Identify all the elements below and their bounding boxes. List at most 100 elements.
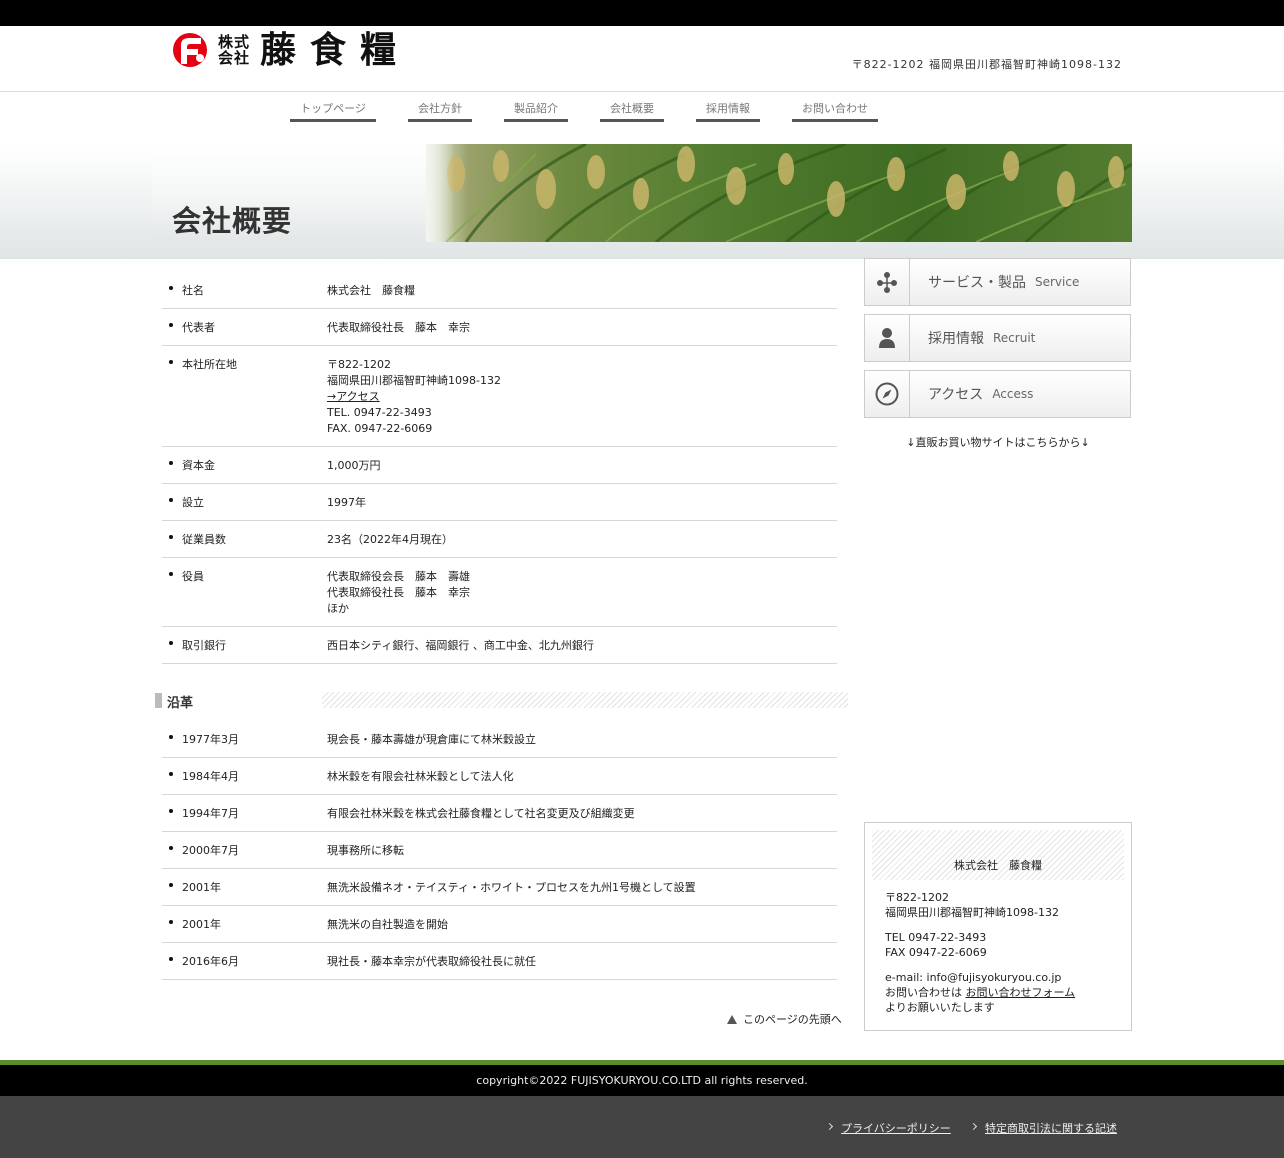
rice-field-photo	[426, 144, 1132, 242]
sidebar-button-label: サービス・製品	[928, 275, 1026, 291]
profile-row-established: 設立 1997年	[162, 484, 837, 521]
profile-key: 従業員数	[162, 532, 327, 548]
info-box-body: 〒822-1202 福岡県田川郡福智町神崎1098-132 TEL 0947-2…	[885, 890, 1075, 1025]
person-icon	[865, 315, 910, 361]
history-heading: 沿革	[155, 690, 848, 711]
site-header: 株式会社 藤食糧 〒822-1202 福岡県田川郡福智町神崎1098-132	[0, 26, 1284, 92]
site-footer: プライバシーポリシー 特定商取引法に関する記述	[0, 1096, 1284, 1158]
profile-value: 代表取締役会長 藤本 壽雄	[327, 570, 470, 583]
profile-value: 1997年	[327, 496, 366, 509]
page-top-link[interactable]: このページの先頭へ	[727, 1011, 842, 1027]
profile-row-name: 社名 株式会社 藤食糧	[162, 272, 837, 309]
info-postal: 〒822-1202	[885, 891, 949, 904]
history-date: 1994年7月	[162, 806, 327, 822]
profile-value: ほか	[327, 602, 349, 615]
history-row: 1977年3月 現会長・藤本壽雄が現倉庫にて林米穀設立	[162, 721, 837, 758]
logo-company-name: 藤食糧	[260, 29, 411, 71]
sidebar-recruit-button[interactable]: 採用情報 Recruit	[864, 314, 1131, 362]
global-nav: トップページ 会社方針 製品紹介 会社概要 採用情報 お問い合わせ	[0, 99, 1284, 123]
profile-fax: FAX. 0947-22-6069	[327, 422, 433, 435]
profile-address: 福岡県田川郡福智町神崎1098-132	[327, 374, 501, 387]
history-date: 2001年	[162, 880, 327, 896]
shop-site-note: ↓直販お買い物サイトはこちらから↓	[906, 436, 1090, 449]
profile-key: 設立	[162, 495, 327, 511]
profile-value: 株式会社 藤食糧	[327, 284, 415, 297]
history-date: 2001年	[162, 917, 327, 933]
history-table: 1977年3月 現会長・藤本壽雄が現倉庫にて林米穀設立 1984年4月 林米穀を…	[162, 721, 837, 980]
profile-key: 代表者	[162, 320, 327, 336]
info-address: 福岡県田川郡福智町神崎1098-132	[885, 906, 1059, 919]
nav-item-products[interactable]: 製品紹介	[504, 99, 568, 122]
nav-item-contact[interactable]: お問い合わせ	[792, 99, 878, 122]
profile-value: 西日本シティ銀行、福岡銀行 、商工中金、北九州銀行	[327, 639, 594, 652]
history-row: 2016年6月 現社長・藤本幸宗が代表取締役社長に就任	[162, 943, 837, 980]
nav-item-policy[interactable]: 会社方針	[408, 99, 472, 122]
history-row: 1994年7月 有限会社林米穀を株式会社藤食糧として社名変更及び組織変更	[162, 795, 837, 832]
profile-key: 資本金	[162, 458, 327, 474]
sidebar-button-label: 採用情報	[928, 331, 984, 347]
top-black-bar	[0, 0, 1284, 26]
profile-tel: TEL. 0947-22-3493	[327, 406, 432, 419]
profile-value: 23名（2022年4月現在）	[327, 533, 453, 546]
history-text: 林米穀を有限会社林米穀として法人化	[327, 770, 514, 783]
sidebar-access-button[interactable]: アクセス Access	[864, 370, 1131, 418]
site-logo[interactable]: 株式会社 藤食糧	[171, 31, 410, 69]
profile-row-representative: 代表者 代表取締役社長 藤本 幸宗	[162, 309, 837, 346]
page-title: 会社概要	[172, 204, 293, 238]
info-box-title: 株式会社 藤食糧	[954, 859, 1042, 872]
rice-field-illustration	[426, 144, 1132, 242]
access-link[interactable]: →アクセス	[327, 390, 380, 403]
profile-row-officers: 役員 代表取締役会長 藤本 壽雄 代表取締役社長 藤本 幸宗 ほか	[162, 558, 837, 627]
info-tel: TEL 0947-22-3493	[885, 931, 987, 944]
profile-row-employees: 従業員数 23名（2022年4月現在）	[162, 521, 837, 558]
history-date: 2000年7月	[162, 843, 327, 859]
profile-postal-code: 〒822-1202	[327, 358, 391, 371]
compass-icon	[865, 371, 910, 417]
info-inquiry-suffix: よりお願いいたします	[885, 1001, 995, 1014]
history-date: 1977年3月	[162, 732, 327, 748]
info-inquiry-prefix: お問い合わせは	[885, 986, 966, 999]
profile-row-banks: 取引銀行 西日本シティ銀行、福岡銀行 、商工中金、北九州銀行	[162, 627, 837, 664]
history-text: 有限会社林米穀を株式会社藤食糧として社名変更及び組織変更	[327, 807, 635, 820]
profile-row-capital: 資本金 1,000万円	[162, 447, 837, 484]
profile-row-headquarters: 本社所在地 〒822-1202 福岡県田川郡福智町神崎1098-132 →アクセ…	[162, 346, 837, 447]
history-text: 現会長・藤本壽雄が現倉庫にて林米穀設立	[327, 733, 536, 746]
commercial-law-link[interactable]: 特定商取引法に関する記述	[971, 1120, 1117, 1136]
history-row: 1984年4月 林米穀を有限会社林米穀として法人化	[162, 758, 837, 795]
profile-key: 取引銀行	[162, 638, 327, 654]
history-text: 現社長・藤本幸宗が代表取締役社長に就任	[327, 955, 536, 968]
profile-key: 役員	[162, 569, 327, 617]
company-profile-table: 社名 株式会社 藤食糧 代表者 代表取締役社長 藤本 幸宗 本社所在地 〒822…	[162, 272, 837, 664]
nav-item-company[interactable]: 会社概要	[600, 99, 664, 122]
info-box-header: 株式会社 藤食糧	[872, 830, 1124, 880]
inquiry-form-link[interactable]: お問い合わせフォーム	[966, 986, 1076, 999]
history-date: 2016年6月	[162, 954, 327, 970]
heading-marker	[155, 693, 162, 708]
profile-value: 代表取締役社長 藤本 幸宗	[327, 321, 470, 334]
sidebar-button-sublabel: Access	[992, 387, 1034, 401]
nav-item-top[interactable]: トップページ	[290, 99, 376, 122]
profile-value: 代表取締役社長 藤本 幸宗	[327, 586, 470, 599]
nav-item-recruit[interactable]: 採用情報	[696, 99, 760, 122]
heading-hatch-decoration	[322, 692, 848, 708]
info-email: e-mail: info@fujisyokuryou.co.jp	[885, 971, 1062, 984]
history-text: 現事務所に移転	[327, 844, 404, 857]
page-top-label: このページの先頭へ	[743, 1013, 842, 1026]
profile-value: 1,000万円	[327, 459, 381, 472]
privacy-policy-link[interactable]: プライバシーポリシー	[827, 1120, 951, 1136]
profile-key: 本社所在地	[162, 357, 327, 437]
history-text: 無洗米の自社製造を開始	[327, 918, 448, 931]
network-icon	[865, 259, 910, 305]
header-address: 〒822-1202 福岡県田川郡福智町神崎1098-132	[851, 58, 1122, 71]
sidebar-service-button[interactable]: サービス・製品 Service	[864, 258, 1131, 306]
up-triangle-icon	[727, 1014, 737, 1024]
fuji-logo-icon	[173, 33, 207, 67]
sidebar-button-sublabel: Service	[1035, 275, 1080, 289]
history-row: 2001年 無洗米設備ネオ・テイスティ・ホワイト・プロセスを九州1号機として設置	[162, 869, 837, 906]
history-row: 2000年7月 現事務所に移転	[162, 832, 837, 869]
info-fax: FAX 0947-22-6069	[885, 946, 987, 959]
history-text: 無洗米設備ネオ・テイスティ・ホワイト・プロセスを九州1号機として設置	[327, 881, 696, 894]
history-date: 1984年4月	[162, 769, 327, 785]
history-title: 沿革	[167, 696, 194, 711]
logo-kabushiki-text: 株式会社	[218, 33, 251, 67]
